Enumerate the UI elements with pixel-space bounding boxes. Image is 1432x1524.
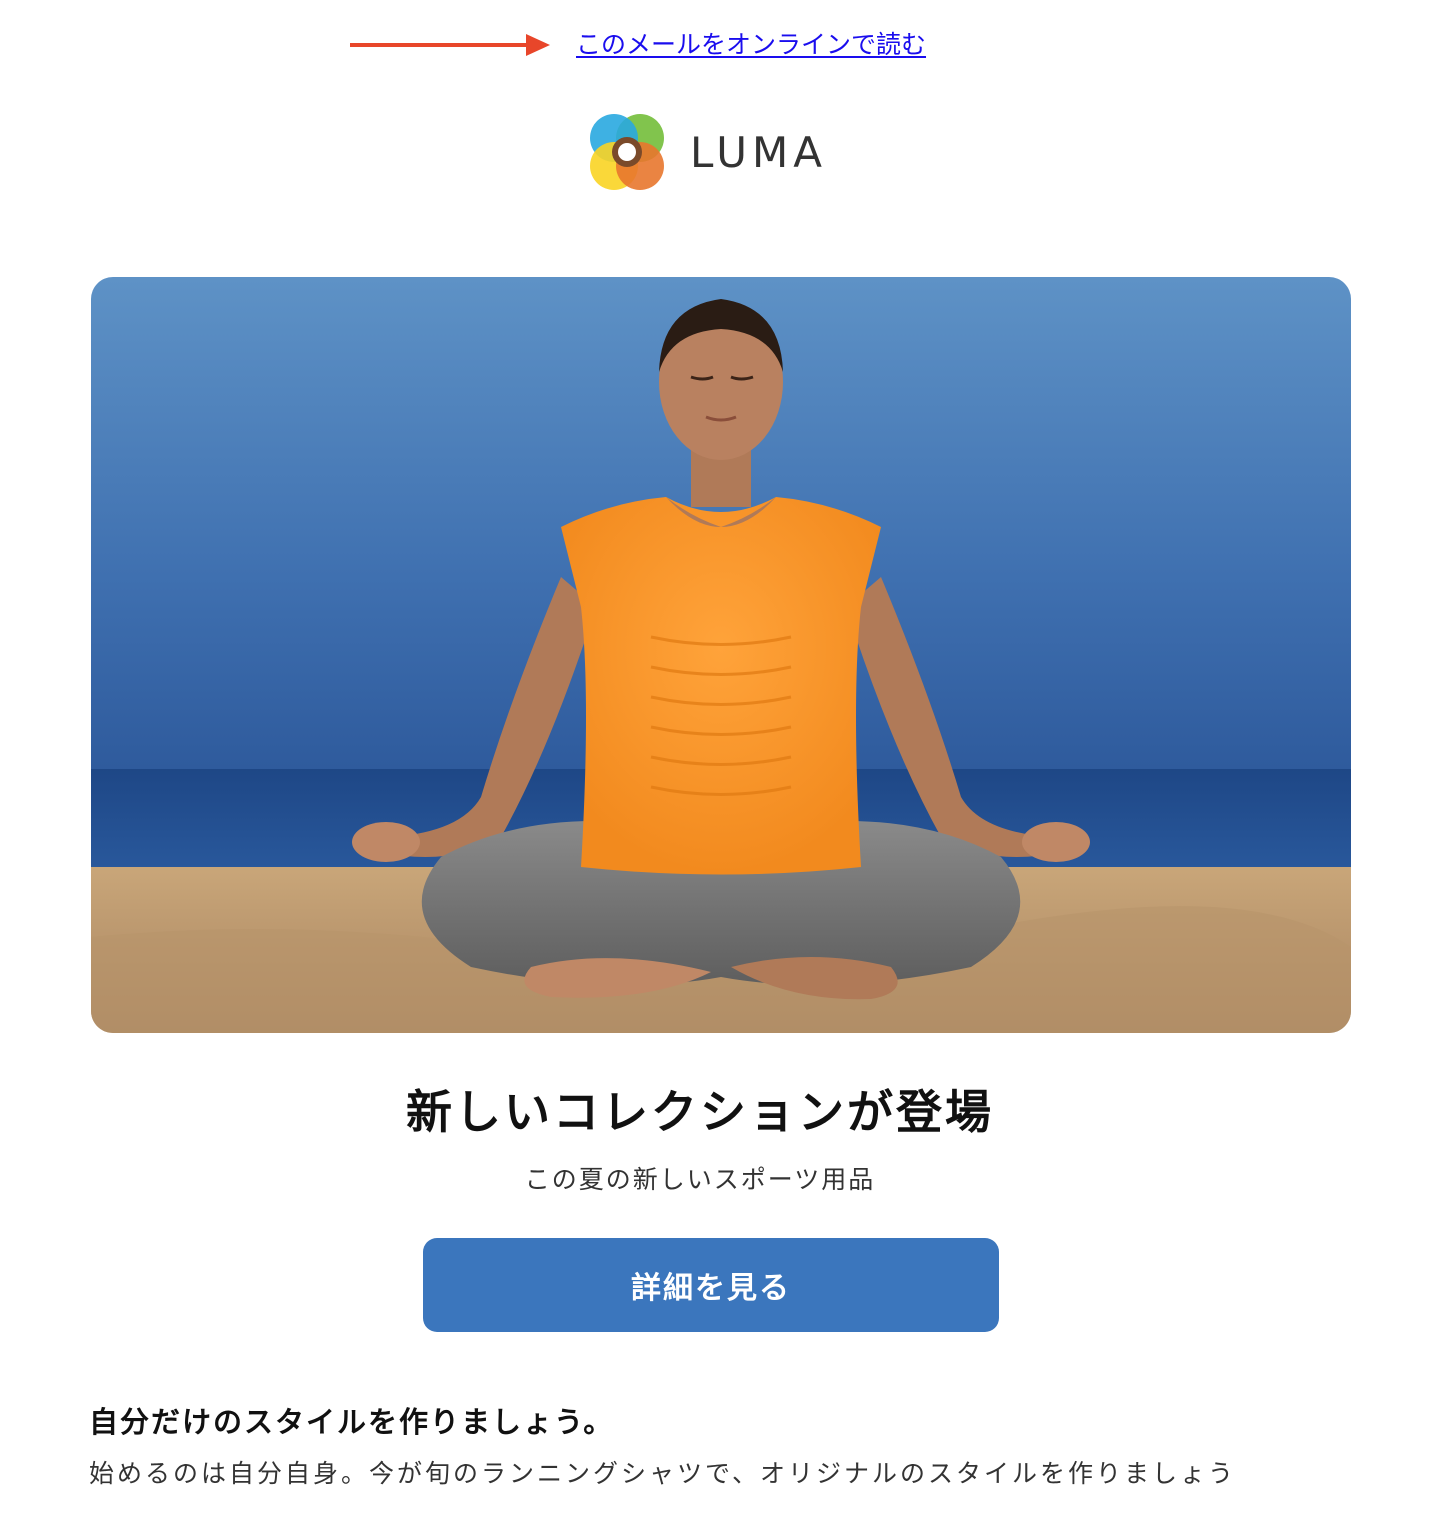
- view-details-button-label: 詳細を見る: [631, 1271, 791, 1306]
- section-title: 自分だけのスタイルを作りましょう。: [89, 1405, 615, 1439]
- yoga-beach-photo: [91, 277, 1351, 1033]
- email-page: このメールをオンラインで読む LUMA 新しいコレクションが登場 この夏の新しい…: [0, 0, 1432, 1524]
- luma-logo-icon: [590, 114, 664, 190]
- view-details-button[interactable]: 詳細を見る: [423, 1238, 999, 1332]
- subheadline: この夏の新しいスポーツ用品: [524, 1165, 876, 1194]
- read-online-link[interactable]: このメールをオンラインで読む: [576, 28, 926, 62]
- logo-text: LUMA: [690, 127, 828, 177]
- hero-image[interactable]: [91, 277, 1351, 1033]
- section-body: 始めるのは自分自身。今が旬のランニングシャツで、オリジナルのスタイルを作りましょ…: [89, 1459, 1237, 1488]
- headline: 新しいコレクションが登場: [406, 1085, 994, 1139]
- luma-logo: LUMA: [588, 110, 858, 194]
- red-arrow-icon: [350, 34, 550, 56]
